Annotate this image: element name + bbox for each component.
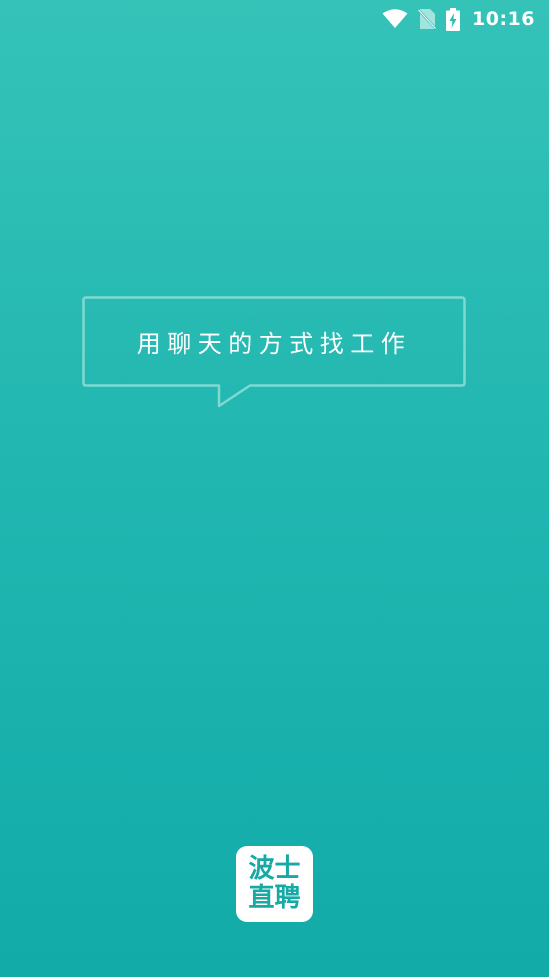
status-bar: 10:16 [0, 0, 549, 38]
status-icons: 10:16 [382, 6, 535, 32]
wifi-icon [382, 9, 408, 29]
slogan-text: 用聊天的方式找工作 [136, 330, 412, 358]
battery-charging-icon [446, 7, 461, 31]
no-sim-icon [418, 8, 437, 30]
logo-text-line-2: 直聘 [248, 883, 301, 913]
status-time: 10:16 [472, 8, 535, 30]
app-logo: 波士 直聘 [236, 846, 313, 922]
logo-text-line-1: 波士 [248, 854, 301, 884]
slogan-speech-bubble: 用聊天的方式找工作 [82, 296, 466, 408]
